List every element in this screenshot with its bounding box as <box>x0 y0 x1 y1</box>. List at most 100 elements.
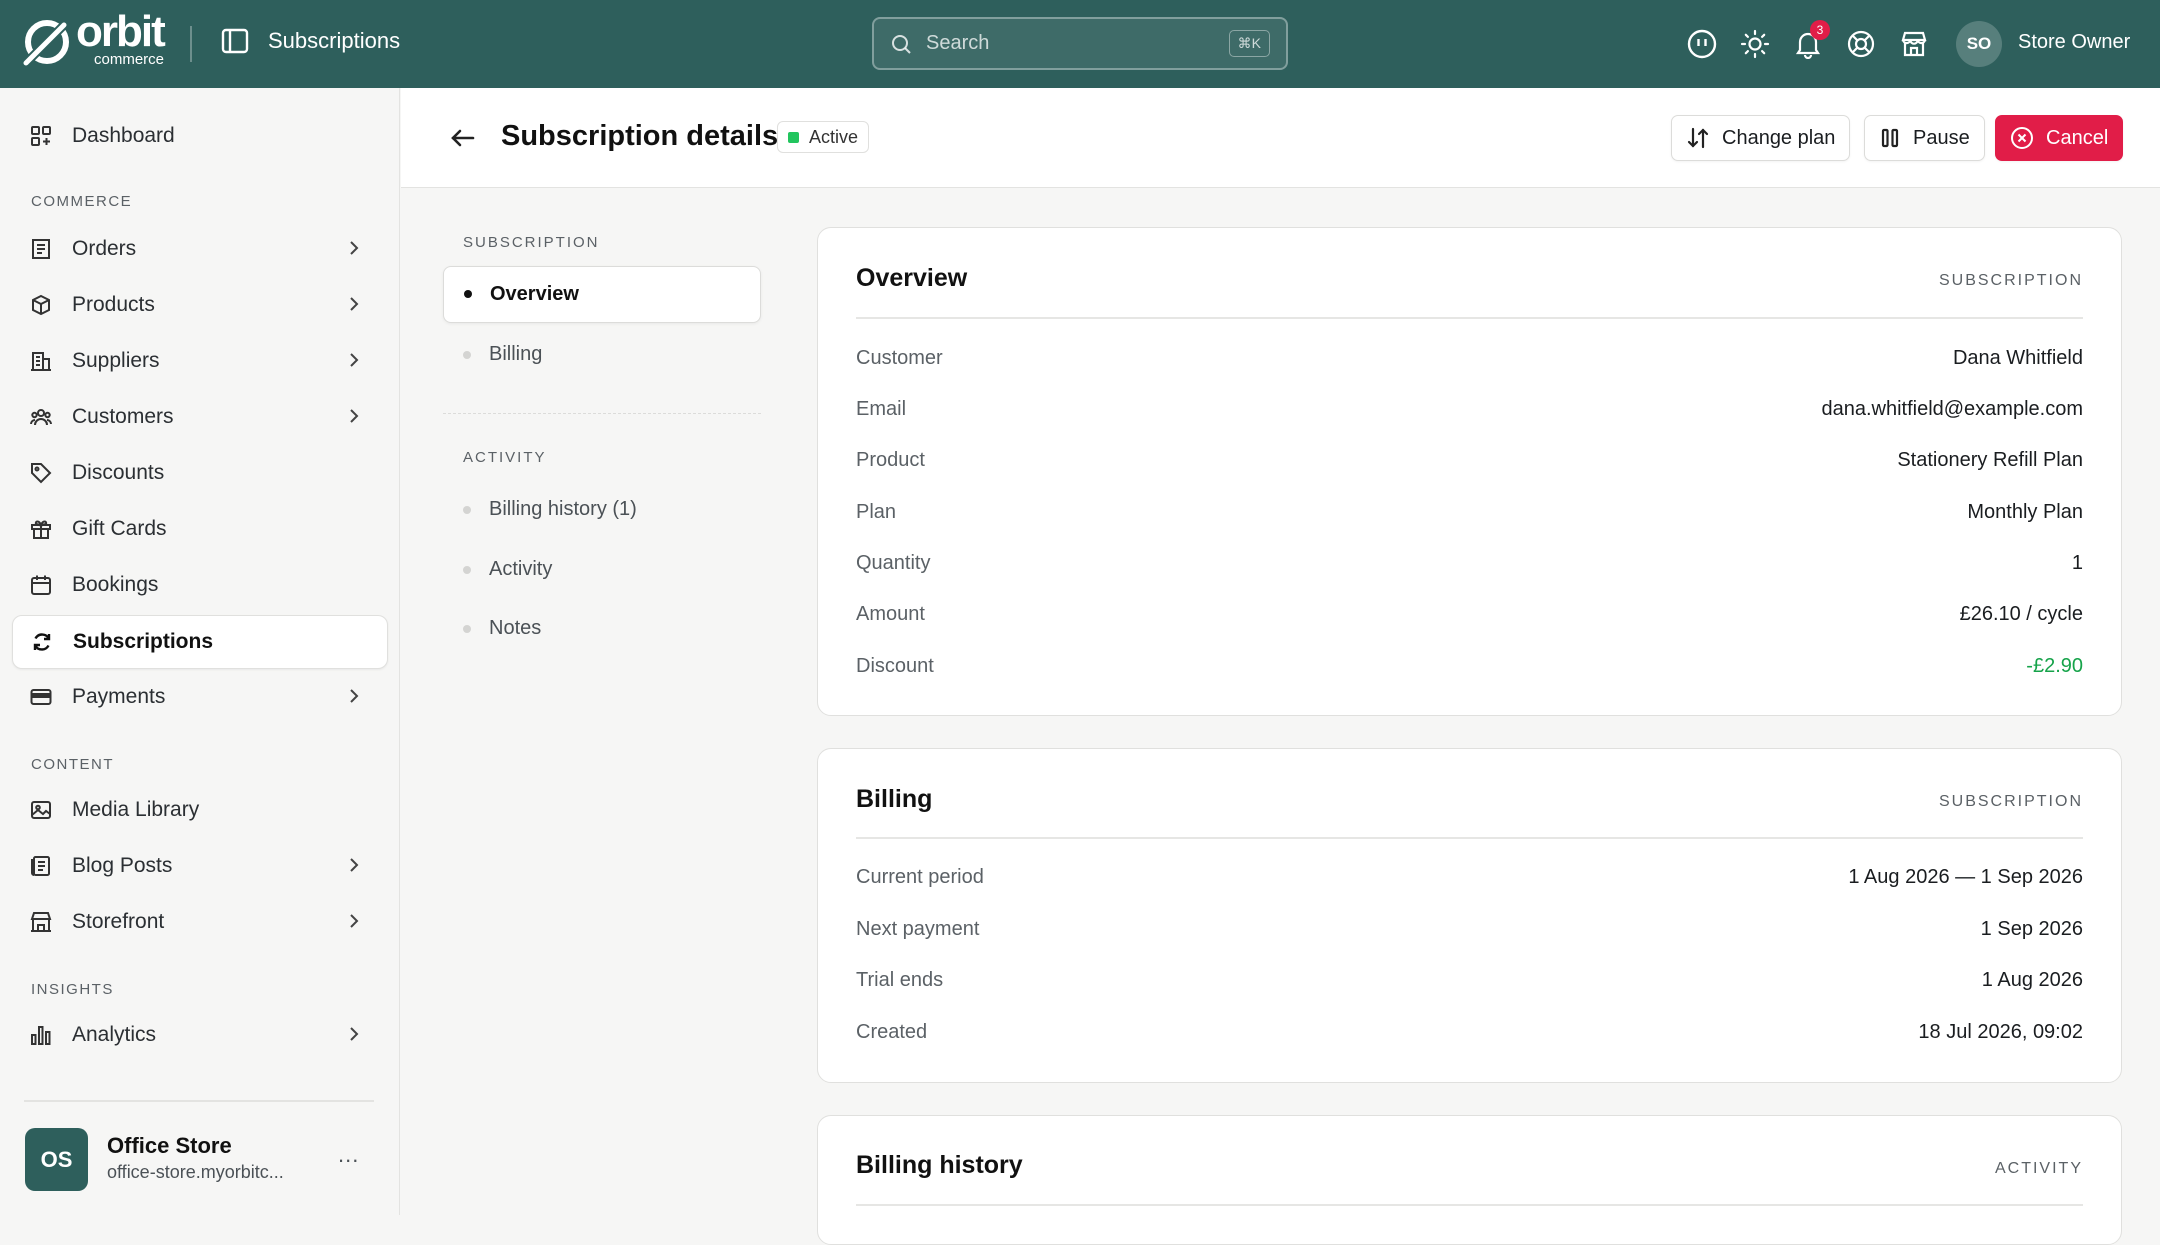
sidebar-item-payments[interactable]: Payments <box>12 669 388 724</box>
orbit-logo-icon <box>23 19 70 65</box>
detail-label: Trial ends <box>856 969 944 991</box>
detail-label: Quantity <box>856 552 931 574</box>
sidebar-item-media-library[interactable]: Media Library <box>12 782 388 837</box>
sidebar-item-blog-posts[interactable]: Blog Posts <box>12 838 388 893</box>
users-icon <box>30 408 52 425</box>
card-divider <box>856 837 2083 839</box>
inner-nav-notes[interactable]: Notes <box>443 600 761 657</box>
card-tag: ACTIVITY <box>1994 1160 2083 1177</box>
help-button[interactable] <box>1845 22 1877 66</box>
sidebar-item-orders[interactable]: Orders <box>12 221 388 276</box>
detail-row-discount: Discount -£2.90 <box>856 655 2083 685</box>
detail-value: -£2.90 <box>2026 655 2083 677</box>
change-plan-label: Change plan <box>1722 126 1836 149</box>
card-tag: SUBSCRIPTION <box>1938 272 2083 289</box>
sidebar: Dashboard COMMERCE Orders Products Suppl… <box>0 88 400 1215</box>
user-name[interactable]: Store Owner <box>2018 31 2130 54</box>
store-url: office-store.myorbitc... <box>107 1162 284 1182</box>
receipt-icon <box>32 238 50 259</box>
detail-row-quantity: Quantity 1 <box>856 552 2083 582</box>
sidebar-item-label: Bookings <box>72 572 159 596</box>
sidebar-toggle[interactable]: Subscriptions <box>220 26 400 56</box>
building-icon <box>31 351 51 371</box>
detail-row-current-period: Current period 1 Aug 2026 — 1 Sep 2026 <box>856 866 2083 896</box>
sidebar-item-products[interactable]: Products <box>12 277 388 332</box>
detail-label: Next payment <box>856 918 980 940</box>
nav-dot <box>463 351 471 359</box>
chevron-right-icon <box>350 409 359 423</box>
brand-logo[interactable]: orbit commerce <box>22 10 166 67</box>
sidebar-item-storefront[interactable]: Storefront <box>12 894 388 949</box>
pause-icon <box>1881 128 1899 148</box>
assistant-button[interactable] <box>1686 22 1718 66</box>
sidebar-item-discounts[interactable]: Discounts <box>12 445 388 500</box>
chevron-right-icon <box>350 1027 359 1041</box>
notification-count-badge: 3 <box>1810 20 1830 40</box>
cancel-subscription-button[interactable]: Cancel <box>1995 115 2124 161</box>
chevron-right-icon <box>350 914 359 928</box>
sidebar-item-label: Suppliers <box>72 348 160 372</box>
sidebar-item-label: Analytics <box>72 1022 157 1046</box>
inner-nav-activity[interactable]: Activity <box>443 541 761 598</box>
topbar-page-label: Subscriptions <box>268 28 401 53</box>
detail-label: Product <box>856 449 925 471</box>
store-more-button[interactable]: ... <box>338 1142 359 1168</box>
brand-word: orbit <box>76 7 166 56</box>
chevron-right-icon <box>350 858 359 872</box>
change-plan-button[interactable]: Change plan <box>1671 115 1851 161</box>
top-bar: orbit commerce Subscriptions Search ⌘K 3… <box>0 0 2160 88</box>
billing-card: Billing SUBSCRIPTION Current period 1 Au… <box>817 748 2122 1083</box>
sidebar-item-label: Orders <box>72 236 137 260</box>
sidebar-item-label: Discounts <box>72 460 165 484</box>
lifebuoy-icon <box>1847 30 1875 58</box>
inner-nav-overview[interactable]: Overview <box>443 266 761 323</box>
topbar-divider <box>190 26 192 62</box>
sidebar-item-label: Storefront <box>72 909 165 933</box>
sidebar-item-dashboard[interactable]: Dashboard <box>12 108 388 163</box>
sidebar-item-customers[interactable]: Customers <box>12 389 388 444</box>
detail-row-next-payment: Next payment 1 Sep 2026 <box>856 918 2083 948</box>
sidebar-item-label: Dashboard <box>72 123 175 147</box>
detail-value[interactable]: dana.whitfield@example.com <box>1821 398 2083 421</box>
detail-label: Discount <box>856 655 934 677</box>
sidebar-item-label: Customers <box>72 404 174 428</box>
sidebar-item-subscriptions[interactable]: Subscriptions <box>12 615 388 669</box>
detail-label: Plan <box>856 501 897 523</box>
detail-row-created: Created 18 Jul 2026, 09:02 <box>856 1021 2083 1051</box>
card-tag: SUBSCRIPTION <box>1938 793 2083 810</box>
theme-toggle-button[interactable] <box>1739 22 1771 66</box>
storefront-button[interactable] <box>1898 22 1930 66</box>
sidebar-item-suppliers[interactable]: Suppliers <box>12 333 388 388</box>
inner-nav-billing-history[interactable]: Billing history (1) <box>443 481 761 538</box>
inner-nav-billing[interactable]: Billing <box>443 326 761 383</box>
detail-value: 18 Jul 2026, 09:02 <box>1918 1021 2083 1043</box>
document-icon <box>31 855 50 876</box>
nav-dot <box>463 506 471 514</box>
store-name[interactable]: Office Store <box>107 1133 232 1159</box>
gift-icon <box>31 520 51 539</box>
sidebar-item-gift-cards[interactable]: Gift Cards <box>12 501 388 556</box>
user-avatar[interactable]: SO <box>1956 21 2002 67</box>
chevron-right-icon <box>350 689 359 703</box>
detail-row-plan: Plan Monthly Plan <box>856 501 2083 531</box>
inner-nav-label: Activity <box>489 558 553 580</box>
sidebar-section-commerce: COMMERCE <box>31 193 133 210</box>
detail-value: Stationery Refill Plan <box>1897 449 2083 471</box>
sun-icon <box>1740 29 1770 59</box>
sidebar-item-bookings[interactable]: Bookings <box>12 557 388 612</box>
sidebar-item-analytics[interactable]: Analytics <box>12 1007 388 1062</box>
search-icon <box>892 34 911 54</box>
inner-nav-label: Notes <box>489 617 542 639</box>
notifications-button[interactable]: 3 <box>1792 20 1830 66</box>
search-input[interactable]: Search ⌘K <box>872 17 1288 70</box>
detail-value: Monthly Plan <box>1967 501 2083 523</box>
assistant-face-icon <box>1687 29 1717 59</box>
billing-history-card: Billing history ACTIVITY <box>817 1115 2122 1245</box>
card-title: Billing <box>856 785 933 813</box>
back-arrow-icon[interactable] <box>449 124 477 152</box>
store-avatar[interactable]: OS <box>25 1128 88 1191</box>
detail-value: 1 Aug 2026 — 1 Sep 2026 <box>1848 866 2083 888</box>
detail-row-trial-ends: Trial ends 1 Aug 2026 <box>856 969 2083 999</box>
pause-button[interactable]: Pause <box>1864 115 1985 161</box>
detail-label: Created <box>856 1021 928 1043</box>
